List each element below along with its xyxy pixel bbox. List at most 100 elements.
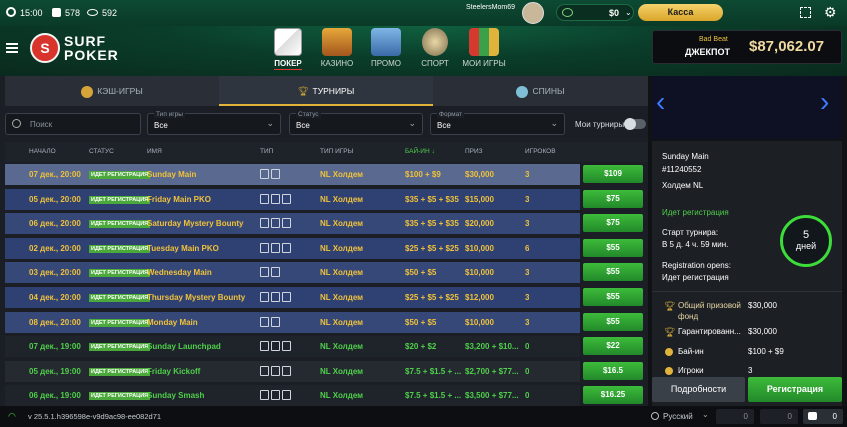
status-badge: ИДЕТ РЕГИСТРАЦИЯ (89, 245, 151, 253)
tab-cash-games-label: КЭШ-ИГРЫ (97, 86, 143, 96)
type-icon (271, 218, 280, 228)
nav-sport[interactable]: СПОРТ (409, 28, 461, 68)
globe-icon (651, 412, 659, 420)
status-badge: ИДЕТ РЕГИСТРАЦИЯ (89, 220, 151, 228)
chevron-down-icon: ⌄ (408, 118, 416, 128)
chevron-right-icon[interactable]: › (820, 88, 829, 116)
nav-casino[interactable]: КАЗИНО (311, 28, 363, 68)
row-start: 06 дек., 19:00 (29, 391, 81, 400)
language-select[interactable]: Русский (663, 412, 693, 421)
row-buyin: $7.5 + $1.5 + ... (405, 367, 462, 376)
row-prize: $10,000 (465, 318, 494, 327)
row-start: 07 дек., 19:00 (29, 342, 81, 351)
table-row[interactable]: 05 дек., 19:00 ИДЕТ РЕГИСТРАЦИЯ Friday Kic… (5, 361, 580, 382)
register-button[interactable]: Регистрация (748, 377, 842, 402)
row-name: Saturday Mystery Bounty (147, 219, 244, 228)
coin-icon (665, 348, 673, 356)
type-icon (271, 390, 280, 400)
eye-off-icon[interactable] (562, 8, 573, 17)
row-buyin: $50 + $5 (405, 318, 437, 327)
username[interactable]: SteelersMom69 (466, 4, 515, 11)
slot-machine-icon (322, 28, 352, 56)
status-select[interactable]: Статус Все ⌄ (289, 111, 423, 135)
register-row-button[interactable]: $16.5 (583, 362, 643, 380)
row-players: 0 (525, 367, 530, 376)
counter-2[interactable]: 0 (760, 409, 798, 424)
status-badge: ИДЕТ РЕГИСТРАЦИЯ (89, 269, 151, 277)
row-name: Friday Main PKO (147, 195, 212, 204)
table-row[interactable]: 07 дек., 19:00 ИДЕТ РЕГИСТРАЦИЯ Sunday Lau… (5, 336, 580, 357)
table-row[interactable]: 03 дек., 20:00 ИДЕТ РЕГИСТРАЦИЯ Wednesday … (5, 262, 580, 283)
settings-gear-icon[interactable]: ⚙ (824, 5, 837, 19)
table-row[interactable]: 06 дек., 20:00 ИДЕТ РЕГИСТРАЦИЯ Saturday M… (5, 213, 580, 234)
register-row-button[interactable]: $109 (583, 165, 643, 183)
nav-promo[interactable]: ПРОМО (360, 28, 412, 68)
search-input[interactable]: Поиск (5, 113, 141, 135)
col-buyin[interactable]: БАЙ-ИН ↓ (405, 148, 435, 155)
row-prize: $20,000 (465, 219, 494, 228)
register-row-button[interactable]: $22 (583, 337, 643, 355)
tab-spins[interactable]: СПИНЫ (433, 76, 648, 106)
row-name: Friday Kickoff (147, 367, 201, 376)
register-row-button[interactable]: $55 (583, 263, 643, 281)
col-start[interactable]: НАЧАЛО (29, 148, 56, 155)
guaranteed-label: Гарантированн... (678, 327, 741, 336)
row-buyin: $50 + $5 (405, 268, 437, 277)
register-row-button[interactable]: $75 (583, 190, 643, 208)
col-players[interactable]: ИГРОКОВ (525, 148, 556, 155)
table-row[interactable]: 02 дек., 20:00 ИДЕТ РЕГИСТРАЦИЯ Tuesday Ma… (5, 238, 580, 259)
ball-icon (422, 28, 448, 56)
table-row[interactable]: 08 дек., 20:00 ИДЕТ РЕГИСТРАЦИЯ Monday Mai… (5, 312, 580, 333)
col-game-type[interactable]: ТИП ИГРЫ (320, 148, 353, 155)
tab-cash-games[interactable]: КЭШ-ИГРЫ (5, 76, 219, 106)
table-row[interactable]: 04 дек., 20:00 ИДЕТ РЕГИСТРАЦИЯ Thursday M… (5, 287, 580, 308)
row-players: 6 (525, 244, 530, 253)
jackpot-title: ДЖЕКПОТ (685, 47, 731, 57)
cashier-button[interactable]: Касса (638, 4, 723, 21)
nav-poker[interactable]: ПОКЕР (262, 28, 314, 70)
type-icon (282, 390, 291, 400)
row-game-type: NL Холдем (320, 219, 364, 228)
type-icon (282, 243, 291, 253)
col-name[interactable]: ИМЯ (147, 148, 162, 155)
register-row-button[interactable]: $16.25 (583, 386, 643, 404)
counter-1[interactable]: 0 (716, 409, 754, 424)
nav-my-games[interactable]: МОИ ИГРЫ (458, 28, 510, 68)
fullscreen-icon[interactable] (800, 7, 811, 18)
details-button[interactable]: Подробности (652, 377, 745, 402)
balance-box[interactable]: $0 ⌄ (556, 4, 634, 21)
table-row[interactable]: 07 дек., 20:00 ИДЕТ РЕГИСТРАЦИЯ Sunday Mai… (5, 164, 580, 185)
chevron-down-icon[interactable]: ⌄ (702, 410, 709, 419)
avatar[interactable] (522, 2, 544, 24)
table-row[interactable]: 06 дек., 19:00 ИДЕТ РЕГИСТРАЦИЯ Sunday Sma… (5, 385, 580, 406)
col-type[interactable]: ТИП (260, 148, 273, 155)
my-tournaments-toggle[interactable] (624, 118, 646, 130)
type-icon (271, 243, 280, 253)
register-row-button[interactable]: $55 (583, 239, 643, 257)
row-name: Wednesday Main (147, 268, 212, 277)
gear-status-icon (6, 7, 16, 17)
table-row[interactable]: 05 дек., 20:00 ИДЕТ РЕГИСТРАЦИЯ Friday Mai… (5, 189, 580, 210)
viewers-count: 592 (102, 8, 118, 18)
chevron-down-icon[interactable]: ⌄ (625, 8, 632, 17)
tab-tournaments-label: ТУРНИРЫ (312, 86, 355, 96)
status-badge: ИДЕТ РЕГИСТРАЦИЯ (89, 196, 151, 204)
tab-tournaments[interactable]: 🏆︎ ТУРНИРЫ (219, 76, 433, 106)
jackpot-banner[interactable]: Bad Beat ДЖЕКПОТ $87,062.07 (652, 30, 842, 64)
version-text: v 25.5.1.h396598e-v9d9ac98-ee082d71 (28, 412, 162, 421)
footer-bar: ◠ v 25.5.1.h396598e-v9d9ac98-ee082d71 Ру… (0, 406, 847, 427)
col-status[interactable]: СТАТУС (89, 148, 114, 155)
type-icon (260, 390, 269, 400)
format-select[interactable]: Формат Все ⌄ (430, 111, 565, 135)
col-prize[interactable]: ПРИЗ (465, 148, 483, 155)
prize-pool-label: Общий призовой фонд (678, 301, 741, 321)
wifi-icon: ◠ (8, 411, 16, 421)
register-row-button[interactable]: $75 (583, 214, 643, 232)
chevron-left-icon[interactable]: ‹ (656, 88, 665, 116)
details-start-value: В 5 д. 4 ч. 59 мин. (662, 240, 729, 249)
game-type-select[interactable]: Тип игры Все ⌄ (147, 111, 281, 135)
register-row-button[interactable]: $55 (583, 288, 643, 306)
register-row-button[interactable]: $55 (583, 313, 643, 331)
type-icon (260, 194, 269, 204)
row-prize: $15,000 (465, 195, 494, 204)
